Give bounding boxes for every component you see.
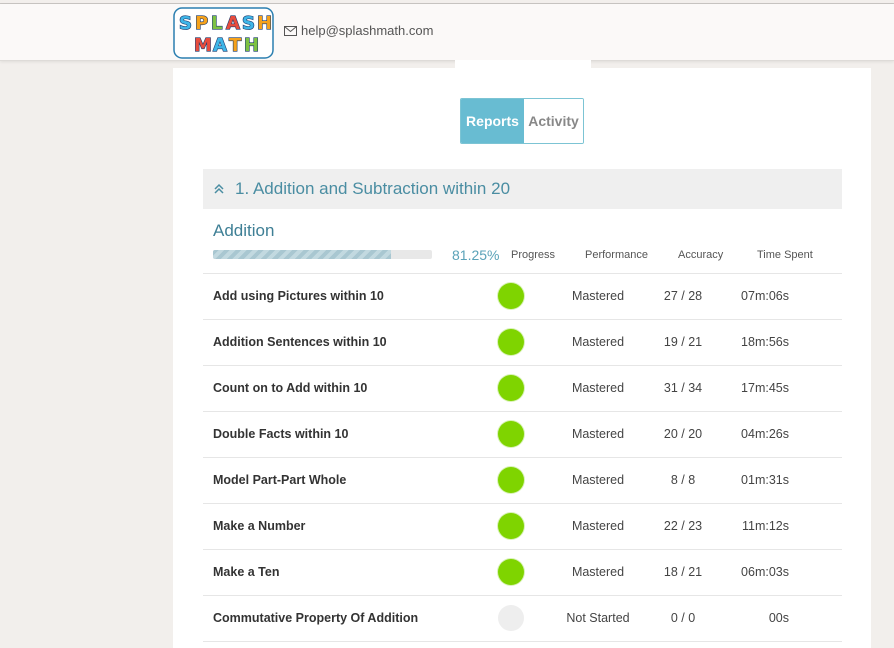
table-row[interactable]: Double Facts within 10 Mastered 20 / 20 … [203, 411, 842, 457]
skill-name: Add using Pictures within 10 [213, 289, 384, 303]
performance-value: Not Started [566, 611, 630, 625]
subtopic-progress-percent: 81.25% [452, 247, 500, 263]
time-spent-value: 04m:26s [741, 427, 789, 441]
progress-status-icon [498, 421, 524, 447]
progress-status-icon [498, 513, 524, 539]
skill-name: Make a Number [213, 519, 306, 533]
progress-status-icon [498, 467, 524, 493]
skills-table: Add using Pictures within 10 Mastered 27… [203, 273, 842, 642]
accuracy-value: 19 / 21 [663, 335, 703, 349]
column-header-performance: Performance [585, 249, 648, 261]
table-row[interactable]: Add using Pictures within 10 Mastered 27… [203, 273, 842, 319]
time-spent-value: 17m:45s [741, 381, 789, 395]
splashmath-logo[interactable]: S P L A S H M A T H [173, 7, 274, 59]
performance-value: Mastered [571, 381, 625, 395]
column-header-progress: Progress [511, 249, 556, 261]
time-spent-value: 06m:03s [741, 565, 789, 579]
svg-text:S: S [242, 13, 255, 34]
tab-reports[interactable]: Reports [461, 99, 524, 143]
accuracy-value: 22 / 23 [663, 519, 703, 533]
svg-text:S: S [179, 13, 192, 34]
table-row[interactable]: Model Part-Part Whole Mastered 8 / 8 01m… [203, 457, 842, 503]
accuracy-value: 0 / 0 [670, 611, 696, 625]
progress-status-icon [498, 329, 524, 355]
accuracy-value: 27 / 28 [663, 289, 703, 303]
table-row[interactable]: Make a Number Mastered 22 / 23 11m:12s [203, 503, 842, 549]
skill-name: Make a Ten [213, 565, 280, 579]
skill-name: Count on to Add within 10 [213, 381, 368, 395]
skill-name: Commutative Property Of Addition [213, 611, 419, 625]
column-header-accuracy: Accuracy [678, 249, 724, 261]
column-header-time-spent: Time Spent [757, 249, 813, 261]
svg-text:A: A [226, 13, 240, 34]
performance-value: Mastered [571, 519, 625, 533]
progress-status-icon [498, 375, 524, 401]
skill-name: Model Part-Part Whole [213, 473, 347, 487]
time-spent-value: 18m:56s [741, 335, 789, 349]
performance-value: Mastered [571, 289, 625, 303]
report-view-toggle: Reports Activity [460, 98, 584, 144]
time-spent-value: 11m:12s [741, 519, 789, 533]
accuracy-value: 8 / 8 [670, 473, 696, 487]
subtopic-progress-bar [213, 250, 432, 259]
table-row[interactable]: Make a Ten Mastered 18 / 21 06m:03s [203, 549, 842, 595]
table-row[interactable]: Count on to Add within 10 Mastered 31 / … [203, 365, 842, 411]
time-spent-value: 01m:31s [741, 473, 789, 487]
performance-value: Mastered [571, 427, 625, 441]
accuracy-value: 31 / 34 [663, 381, 703, 395]
skill-name: Double Facts within 10 [213, 427, 349, 441]
svg-text:M: M [194, 35, 212, 56]
table-row[interactable]: Commutative Property Of Addition Not Sta… [203, 595, 842, 642]
performance-value: Mastered [571, 565, 625, 579]
subtopic-progress-fill [213, 250, 391, 259]
skill-name: Addition Sentences within 10 [213, 335, 387, 349]
envelope-icon [284, 25, 297, 36]
svg-text:A: A [213, 35, 227, 56]
progress-status-icon [498, 605, 524, 631]
time-spent-value: 00s [768, 611, 789, 625]
svg-text:T: T [229, 35, 242, 56]
svg-text:L: L [211, 13, 222, 34]
subtopic-title: Addition [213, 221, 275, 240]
svg-text:H: H [244, 35, 259, 56]
svg-text:P: P [195, 13, 208, 34]
contact-email-text: help@splashmath.com [301, 23, 434, 38]
time-spent-value: 07m:06s [741, 289, 789, 303]
table-row[interactable]: Addition Sentences within 10 Mastered 19… [203, 319, 842, 365]
contact-email[interactable]: help@splashmath.com [284, 23, 433, 38]
performance-value: Mastered [571, 335, 625, 349]
section-title: 1. Addition and Subtraction within 20 [235, 179, 511, 198]
accuracy-value: 18 / 21 [663, 565, 703, 579]
top-header-bar: S P L A S H M A T H help@splashmath.com [0, 4, 894, 61]
performance-value: Mastered [571, 473, 625, 487]
double-chevron-up-icon[interactable] [213, 183, 225, 195]
svg-text:H: H [257, 13, 272, 34]
section-header[interactable]: 1. Addition and Subtraction within 20 [203, 169, 842, 209]
progress-status-icon [498, 559, 524, 585]
progress-status-icon [498, 283, 524, 309]
tab-notch [455, 60, 591, 68]
report-panel: Reports Activity 1. Addition and Subtrac… [173, 68, 871, 648]
tab-activity[interactable]: Activity [524, 99, 583, 143]
accuracy-value: 20 / 20 [663, 427, 703, 441]
